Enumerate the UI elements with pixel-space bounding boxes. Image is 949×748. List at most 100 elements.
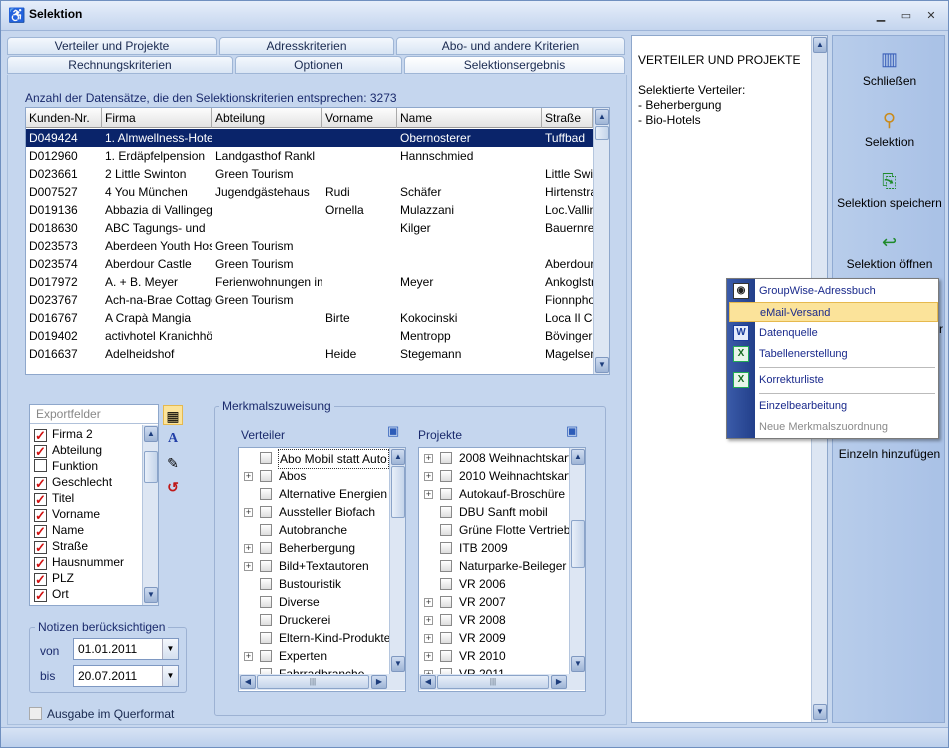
minimize-button[interactable]: ▁ [873, 9, 889, 23]
exportfeld-item[interactable]: ✓ Name [34, 522, 84, 538]
verteiler-item[interactable]: Diverse [239, 593, 389, 611]
bis-date-input[interactable]: 20.07.2011 ▼ [73, 665, 179, 687]
tab-adresskriterien[interactable]: Adresskriterien [219, 37, 394, 55]
exportfeld-item[interactable]: ✓ Hausnummer [34, 554, 124, 570]
table-row[interactable]: D012960 1. Erdäpfelpension Landgasthof Ran… [26, 147, 593, 165]
scroll-thumb[interactable] [144, 451, 158, 483]
scroll-up-icon[interactable]: ▲ [813, 37, 827, 53]
tree-checkbox[interactable] [260, 650, 272, 662]
hscroll-thumb[interactable]: ||| [437, 675, 549, 689]
table-row[interactable]: D007527 4 You München Jugendgästehaus Rudi S… [26, 183, 593, 201]
projekt-item[interactable]: + VR 2009 [419, 629, 569, 647]
projekt-item[interactable]: DBU Sanft mobil [419, 503, 569, 521]
restore-button[interactable]: ▭ [898, 9, 914, 23]
close-button[interactable]: ✕ [923, 9, 939, 23]
checkbox-checked[interactable]: ✓ [34, 589, 47, 602]
menu-item-email-versand[interactable]: eMail-Versand [729, 302, 938, 322]
projekt-item[interactable]: +2010 Weihnachtskarte [419, 467, 578, 485]
tree-checkbox[interactable] [260, 452, 272, 464]
von-date-input[interactable]: 01.01.2011 ▼ [73, 638, 179, 660]
scroll-up-icon[interactable]: ▲ [571, 449, 585, 465]
exportfeld-item[interactable]: ✓ Abteilung [34, 442, 102, 458]
exportfeld-item[interactable]: ✓ Ort [34, 586, 69, 602]
tab-rechnungskriterien[interactable]: Rechnungskriterien [7, 56, 233, 74]
tree-checkbox[interactable] [440, 560, 452, 572]
table-row[interactable]: D016637 Adelheidshof Heide Stegemann Magelse… [26, 345, 593, 363]
verteiler-item[interactable]: Alternative Energien [239, 485, 389, 503]
tree-checkbox[interactable] [260, 542, 272, 554]
verteiler-item[interactable]: Autobranche [239, 521, 389, 539]
tree-checkbox[interactable] [260, 632, 272, 644]
tree-checkbox[interactable] [440, 452, 452, 464]
querformat-option[interactable]: Ausgabe im Querformat [29, 707, 174, 721]
table-row[interactable]: D017972 A. + B. Meyer Ferienwohnungen im Me… [26, 273, 593, 291]
projekt-item[interactable]: ITB 2009 [419, 539, 569, 557]
verteiler-item[interactable]: Abo Mobil statt Auto [239, 449, 389, 469]
tab-verteiler-und-projekte[interactable]: Verteiler und Projekte [7, 37, 217, 55]
tree-checkbox[interactable] [260, 524, 272, 536]
scroll-thumb[interactable] [391, 466, 405, 518]
edit-list-icon[interactable]: ✎ [163, 453, 183, 473]
projekte-hscrollbar[interactable]: ◀ ||| ▶ [419, 674, 585, 690]
tree-checkbox[interactable] [440, 488, 452, 500]
selektion-oeffnen-button[interactable]: ↩ Selektion öffnen [833, 231, 946, 271]
einzeln-hinzufuegen-button[interactable]: Einzeln hinzufügen [833, 447, 946, 461]
scroll-left-icon[interactable]: ◀ [420, 675, 436, 689]
checkbox-checked[interactable]: ✓ [34, 477, 47, 490]
expand-icon[interactable]: + [244, 652, 253, 661]
projekt-item[interactable]: Naturparke-Beileger [419, 557, 569, 575]
tree-checkbox[interactable] [440, 542, 452, 554]
scroll-right-icon[interactable]: ▶ [551, 675, 567, 689]
menu-item-groupwise[interactable]: ◉ GroupWise-Adressbuch [729, 281, 938, 301]
scroll-down-icon[interactable]: ▼ [595, 357, 609, 373]
tree-checkbox[interactable] [260, 488, 272, 500]
scroll-down-icon[interactable]: ▼ [144, 587, 158, 603]
verteiler-item[interactable]: + Abos [239, 467, 389, 485]
tree-checkbox[interactable] [260, 560, 272, 572]
table-row[interactable]: D019402 activhotel Kranichhöhe Mentropp Böv… [26, 327, 593, 345]
chevron-down-icon[interactable]: ▼ [162, 666, 178, 686]
exportfelder-scrollbar[interactable]: ▲ ▼ [142, 425, 158, 605]
exportfeld-item[interactable]: Funktion [34, 458, 98, 474]
schliessen-button[interactable]: ▥ Schließen [833, 48, 946, 88]
expand-icon[interactable]: + [424, 652, 433, 661]
expand-icon[interactable]: + [244, 562, 253, 571]
table-row[interactable]: D018630 ABC Tagungs- und Kilger Bauernreith [26, 219, 593, 237]
projekt-item[interactable]: +2008 Weihnachtskarte [419, 449, 578, 467]
verteiler-scrollbar[interactable]: ▲ ▼ [389, 448, 405, 674]
chevron-down-icon[interactable]: ▼ [162, 639, 178, 659]
undo-icon[interactable]: ↺ [163, 477, 183, 497]
exportfeld-item[interactable]: ✓ Geschlecht [34, 474, 112, 490]
table-row[interactable]: D023767 Ach-na-Brae Cottage Green Tourism F… [26, 291, 593, 309]
selektion-button[interactable]: ⚲ Selektion [833, 109, 946, 149]
menu-item-einzelbearbeitung[interactable]: Einzelbearbeitung [729, 396, 938, 416]
scroll-down-icon[interactable]: ▼ [571, 656, 585, 672]
scroll-up-icon[interactable]: ▲ [391, 449, 405, 465]
checkbox-checked[interactable]: ✓ [34, 509, 47, 522]
projekte-scrollbar[interactable]: ▲ ▼ [569, 448, 585, 674]
scroll-thumb[interactable] [595, 126, 609, 140]
font-icon[interactable]: A [163, 429, 183, 449]
tree-checkbox[interactable] [440, 578, 452, 590]
scroll-up-icon[interactable]: ▲ [595, 109, 609, 125]
column-header-strasse[interactable]: Straße [542, 108, 593, 128]
exportfelder-list[interactable]: Exportfelder ✓ Firma 2 ✓ Abteilung Funktion ✓… [29, 404, 159, 606]
tree-checkbox[interactable] [440, 506, 452, 518]
expand-icon[interactable]: + [424, 598, 433, 607]
tree-checkbox[interactable] [440, 650, 452, 662]
verteiler-item[interactable]: + Beherbergung [239, 539, 389, 557]
expand-icon[interactable]: + [424, 616, 433, 625]
scroll-up-icon[interactable]: ▲ [144, 426, 158, 442]
tree-checkbox[interactable] [260, 614, 272, 626]
tree-checkbox[interactable] [440, 632, 452, 644]
tree-checkbox[interactable] [440, 524, 452, 536]
column-header-abteilung[interactable]: Abteilung [212, 108, 322, 128]
exportfeld-item[interactable]: ✓ PLZ [34, 570, 74, 586]
expand-icon[interactable]: + [244, 472, 253, 481]
column-header-kundennr[interactable]: Kunden-Nr. [26, 108, 102, 128]
checkbox-checked[interactable]: ✓ [34, 429, 47, 442]
expand-icon[interactable]: + [424, 634, 433, 643]
verteiler-item[interactable]: + Experten [239, 647, 389, 665]
menu-item-tabellenerstellung[interactable]: X Tabellenerstellung [729, 344, 938, 364]
table-grid-icon[interactable]: ▦ [163, 405, 183, 425]
